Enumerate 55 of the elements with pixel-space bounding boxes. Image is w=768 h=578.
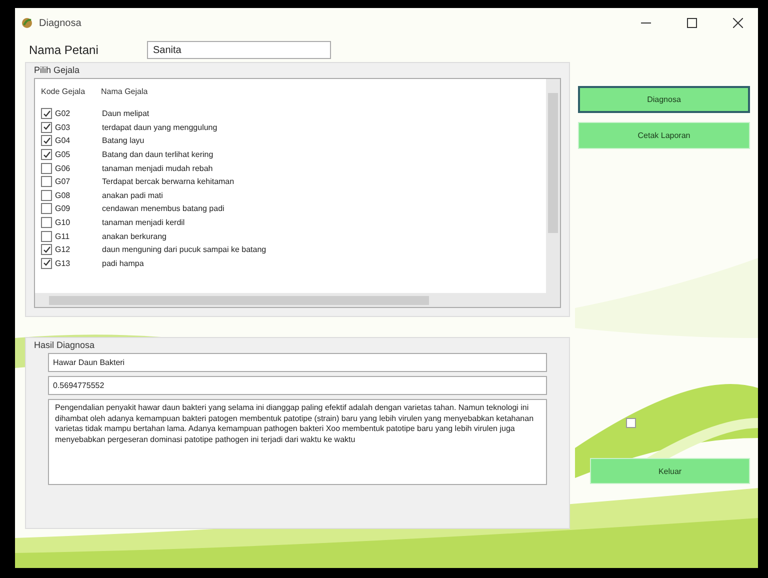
symptom-name: Batang dan daun terlihat kering: [102, 150, 214, 160]
name-field[interactable]: Sanita: [147, 41, 331, 59]
action-button[interactable]: Diagnosa: [578, 86, 750, 113]
description-box[interactable]: Pengendalian penyakit hawar daun bakteri yang selama ini dianggap paling efektif adalah dengan varietas tahan. Namun teknologi ini dihambat oleh adanya kemampuan bakteri patogen membentuk patotipe (strain) baru yang lebih virulen yang menyebabkan ketahanan varietas tidak mampu bertahan lama. Adanya kemampuan pathogen bakteri Xoo membentuk patotipe baru yang lebih virulen juga menyebabkan pergeseran dominasi patotipe pathogen ini terjadi dari waktu ke waktu: [48, 399, 547, 485]
action-button[interactable]: Cetak Laporan: [578, 122, 750, 149]
symptom-name: tanaman menjadi kerdil: [102, 218, 185, 228]
checkbox[interactable]: [41, 162, 52, 174]
close-icon: [733, 18, 743, 28]
symptom-name: daun menguning dari pucuk sampai ke batang: [102, 245, 266, 254]
maximize-icon: [687, 18, 697, 28]
symptom-code: G06: [55, 164, 72, 173]
symptom-code: G10: [55, 218, 72, 228]
symptom-name: anakan berkurang: [102, 232, 166, 241]
symptom-name: terdapat daun yang menggulung: [102, 122, 218, 132]
checkbox[interactable]: [41, 176, 52, 188]
checkbox[interactable]: [626, 418, 636, 428]
symptom-code: G13: [55, 258, 72, 268]
column-header[interactable]: Nama Gejala: [101, 86, 301, 96]
symptom-name: tanaman menjadi mudah rebah: [102, 164, 213, 173]
symptom-code: G04: [55, 136, 72, 146]
column-header[interactable]: Kode Gejala: [41, 86, 101, 96]
symptom-name: Batang layu: [102, 136, 144, 146]
checkbox[interactable]: [41, 122, 52, 133]
symptom-name: Terdapat bercak berwarna kehitaman: [102, 177, 234, 186]
checkbox[interactable]: [41, 244, 52, 256]
checkbox[interactable]: [41, 258, 52, 269]
symptom-code: G09: [55, 204, 72, 214]
group-title: Hasil Diagnosa: [34, 340, 96, 350]
symptom-name: anakan padi mati: [102, 190, 163, 200]
checkbox[interactable]: [41, 203, 52, 214]
symptom-code: G11: [55, 232, 71, 241]
group-title: Pilih Gejala: [34, 65, 81, 75]
vertical-scrollbar[interactable]: [546, 79, 560, 293]
checkbox[interactable]: [41, 217, 52, 228]
symptom-code: G07: [55, 177, 72, 186]
symptom-code: G03: [55, 122, 72, 132]
checkbox[interactable]: [41, 108, 52, 120]
symptom-name: padi hampa: [102, 258, 144, 268]
symptom-code: G12: [55, 245, 72, 254]
exit-button[interactable]: Keluar: [590, 458, 750, 484]
checkbox[interactable]: [41, 135, 52, 146]
symptom-code: G08: [55, 190, 72, 200]
leaf-icon: [21, 17, 33, 29]
symptom-name: cendawan menembus batang padi: [102, 204, 224, 214]
symptom-name: Daun melipat: [102, 109, 150, 118]
symptom-code: G05: [55, 150, 72, 160]
window-title: Diagnosa: [39, 18, 82, 28]
checkbox[interactable]: [41, 230, 52, 242]
checkbox[interactable]: [41, 149, 52, 160]
field-label: Nama Petani: [29, 43, 100, 57]
disease-field[interactable]: Hawar Daun Bakteri: [48, 353, 547, 372]
score-field[interactable]: 0.5694775552: [48, 376, 547, 395]
horizontal-scrollbar[interactable]: [35, 293, 546, 307]
checkbox[interactable]: [41, 190, 52, 201]
symptom-code: G02: [55, 109, 72, 118]
